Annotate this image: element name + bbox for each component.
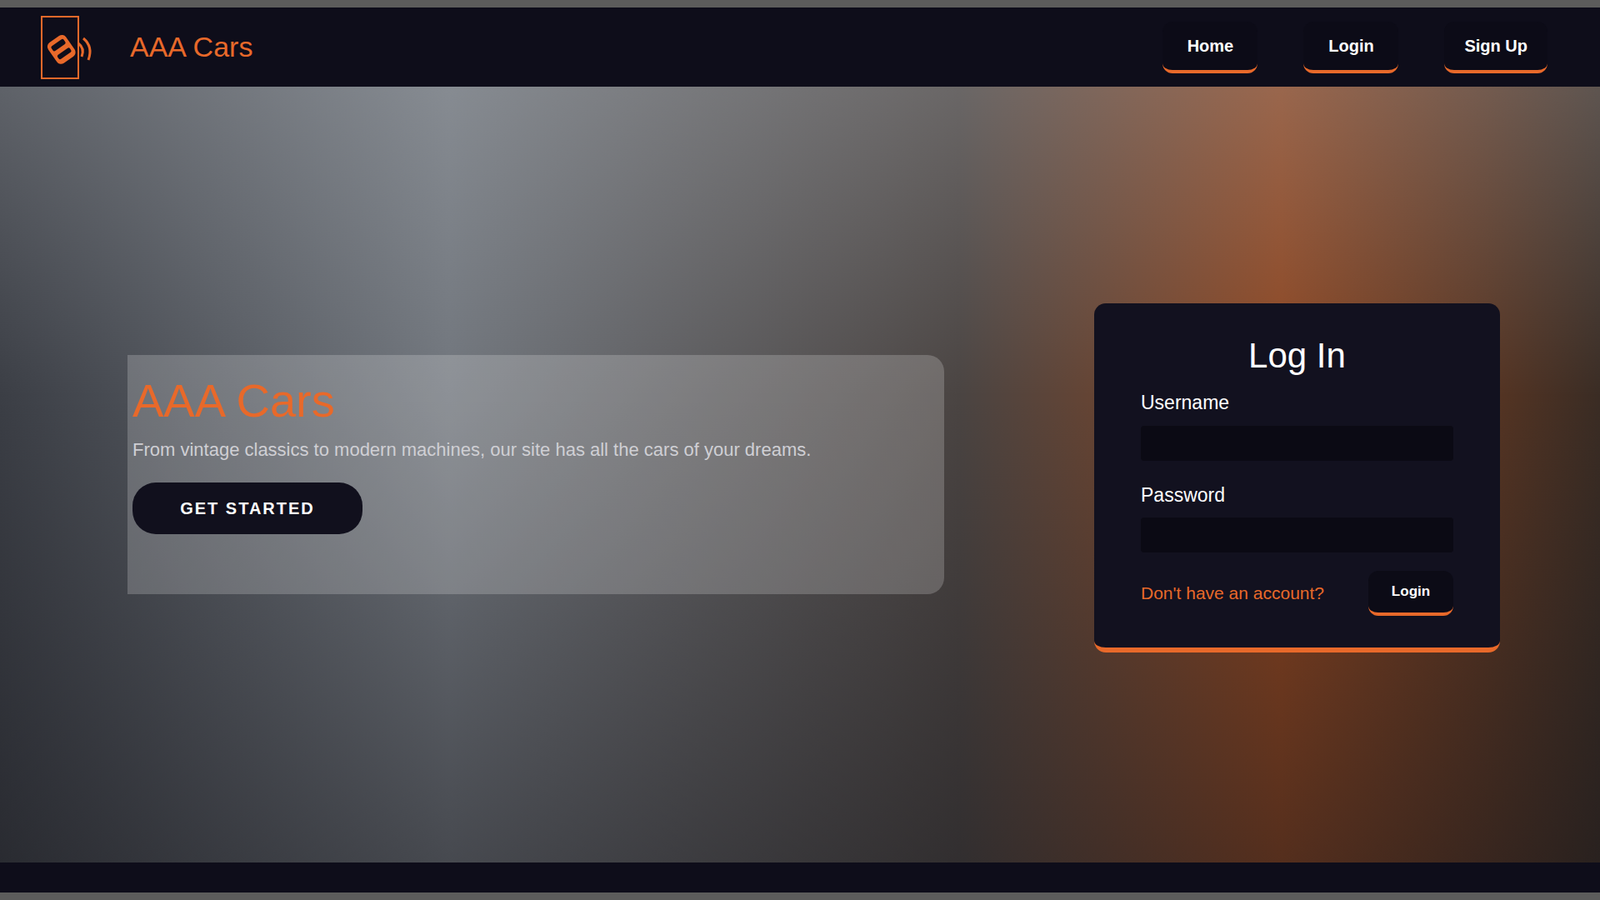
- signup-link[interactable]: Don't have an account?: [1140, 580, 1325, 607]
- hero-title: AAA Cars: [132, 375, 925, 427]
- hero-subtitle: From vintage classics to modern machines…: [132, 436, 866, 464]
- brand-name[interactable]: AAA Cars: [130, 25, 253, 69]
- field-input[interactable]: [1140, 425, 1454, 461]
- nav-bar: AAA Cars Home Login Sign Up: [0, 7, 1600, 87]
- login-button[interactable]: Login: [1368, 570, 1454, 616]
- nav-link[interactable]: Home: [1162, 21, 1258, 74]
- form-field: Password: [1140, 480, 1454, 554]
- nav-link[interactable]: Login: [1303, 21, 1399, 74]
- login-card: Log In Username Password Don't have an ac…: [1094, 303, 1500, 653]
- logo-icon[interactable]: [40, 15, 95, 80]
- hero-panel: AAA Cars From vintage classics to modern…: [127, 355, 945, 595]
- field-label: Password: [1140, 480, 1454, 510]
- hero-section: AAA Cars From vintage classics to modern…: [0, 86, 1600, 863]
- get-started-button[interactable]: GET STARTED: [132, 482, 363, 535]
- form-field: Username: [1140, 388, 1454, 461]
- nav-links: Home Login Sign Up: [1162, 21, 1548, 74]
- login-title: Log In: [1140, 336, 1454, 375]
- nav-link[interactable]: Sign Up: [1444, 21, 1548, 74]
- login-fields: Username Password: [1140, 388, 1454, 553]
- field-input[interactable]: [1140, 517, 1454, 553]
- field-label: Username: [1140, 388, 1454, 418]
